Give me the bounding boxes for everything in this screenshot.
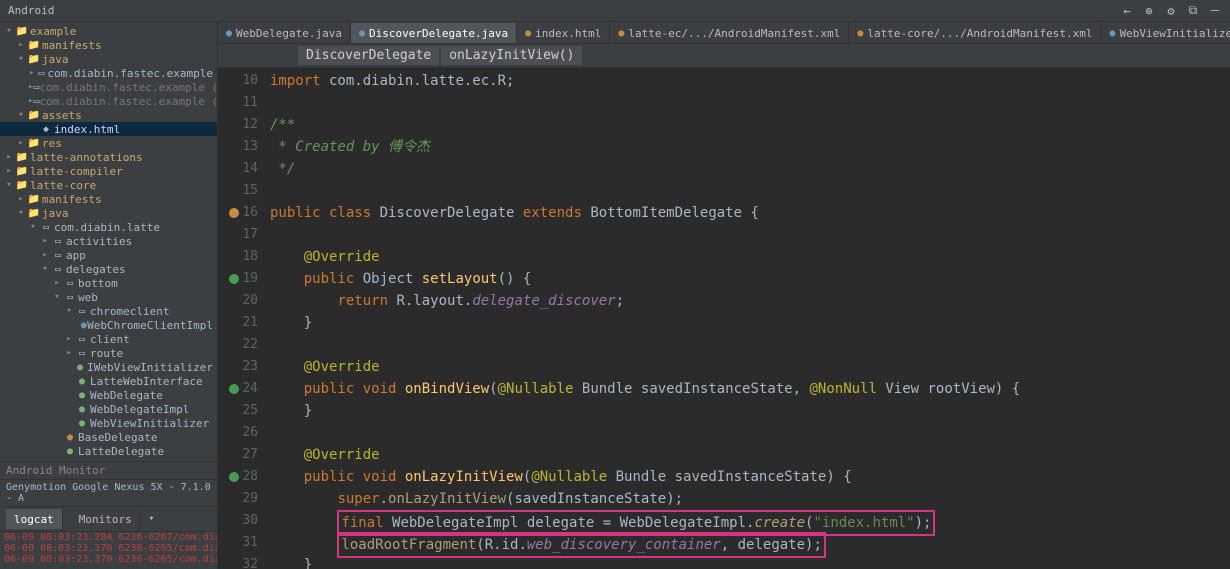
tree-item[interactable]: ▾📁latte-core — [0, 178, 217, 192]
tree-item[interactable]: ▸▭com.diabin.fastec.example (test) — [0, 94, 217, 108]
tree-item[interactable]: ▸▭activities — [0, 234, 217, 248]
gutter-mark-icon — [229, 208, 239, 218]
file-icon: ● — [226, 28, 232, 39]
tree-item[interactable]: ▾▭chromeclient — [0, 304, 217, 318]
tree-item[interactable]: ●WebViewInitializer — [0, 416, 217, 430]
tree-item[interactable]: ▸▭com.diabin.fastec.example (androidTest… — [0, 80, 217, 94]
tree-item[interactable]: ◆index.html — [0, 122, 217, 136]
gear-icon[interactable]: ⚙ — [1164, 4, 1178, 18]
file-icon: ● — [1110, 28, 1116, 39]
tree-item[interactable]: ●WebDelegateImpl — [0, 402, 217, 416]
code-editor[interactable]: 1011121314151617181920212223242526272829… — [218, 68, 1230, 569]
tool-header-icons: ← ⊕ ⚙ ⧉ － — [1120, 4, 1222, 18]
editor-tabs: ●WebDelegate.java●DiscoverDelegate.java●… — [218, 22, 1230, 44]
log-line: 06-09 08:03:23.284 6236-6267/com.dia — [4, 532, 213, 543]
tree-item[interactable]: ▸📁res — [0, 136, 217, 150]
editor-tab[interactable]: ●WebDelegate.java — [218, 23, 351, 43]
tree-item[interactable]: ▸▭bottom — [0, 276, 217, 290]
tree-item[interactable]: ▾▭delegates — [0, 262, 217, 276]
tree-item[interactable]: ▾▭com.diabin.latte — [0, 220, 217, 234]
file-icon: ● — [618, 28, 624, 39]
log-line: 06-09 08:03:23.370 6236-6265/com.dia — [4, 543, 213, 554]
breadcrumb-class[interactable]: DiscoverDelegate — [298, 46, 439, 65]
tree-item[interactable]: ▸📁manifests — [0, 38, 217, 52]
tree-item[interactable]: ▾📁java — [0, 52, 217, 66]
monitors-tab[interactable]: Monitors — [71, 509, 141, 529]
log-line: 06-09 08:03:23.370 6236-6265/com.dia — [4, 554, 213, 565]
project-tree[interactable]: ▾📁example▸📁manifests▾📁java▸▭com.diabin.f… — [0, 22, 217, 461]
code-body[interactable]: import com.diabin.latte.ec.R;/** * Creat… — [264, 68, 1230, 569]
breadcrumb-method[interactable]: onLazyInitView() — [441, 46, 582, 65]
tree-item[interactable]: ▸▭route — [0, 346, 217, 360]
gutter: 1011121314151617181920212223242526272829… — [218, 68, 264, 569]
tree-item[interactable]: ▾📁example — [0, 24, 217, 38]
device-selector[interactable]: Genymotion Google Nexus 5X - 7.1.0 - A — [6, 482, 211, 504]
logcat-tab[interactable]: logcat — [6, 509, 63, 529]
project-sidebar: ▾📁example▸📁manifests▾📁java▸▭com.diabin.f… — [0, 22, 218, 569]
tree-item[interactable]: ●LatteWebInterface — [0, 374, 217, 388]
tree-item[interactable]: ▸📁latte-compiler — [0, 164, 217, 178]
monitor-dropdown-icon[interactable]: ▾ — [149, 514, 154, 524]
tree-item[interactable]: ▸📁latte-annotations — [0, 150, 217, 164]
tree-item[interactable]: ▸▭app — [0, 248, 217, 262]
gutter-mark-icon — [229, 384, 239, 394]
tree-item[interactable]: ▾▭web — [0, 290, 217, 304]
gutter-mark-icon — [229, 274, 239, 284]
tree-item[interactable]: ▾📁java — [0, 206, 217, 220]
breadcrumb: DiscoverDelegate onLazyInitView() — [218, 44, 1230, 68]
logcat-output[interactable]: 06-09 08:03:23.284 6236-6267/com.dia06-0… — [0, 532, 217, 565]
android-monitor-label[interactable]: Android Monitor — [0, 461, 217, 479]
editor-tab[interactable]: ●DiscoverDelegate.java — [351, 23, 517, 43]
tree-item[interactable]: ▸▭client — [0, 332, 217, 346]
back-icon[interactable]: ← — [1120, 4, 1134, 18]
tree-item[interactable]: ●WebDelegate — [0, 388, 217, 402]
tree-item[interactable]: ▾📁assets — [0, 108, 217, 122]
tree-item[interactable]: ●LatteDelegate — [0, 444, 217, 458]
editor-tab[interactable]: ●latte-ec/.../AndroidManifest.xml — [610, 23, 849, 43]
project-tool-header: Android ← ⊕ ⚙ ⧉ － — [0, 0, 1230, 22]
android-monitor: Genymotion Google Nexus 5X - 7.1.0 - A l… — [0, 479, 217, 569]
tree-item[interactable]: ▸📁manifests — [0, 192, 217, 206]
target-icon[interactable]: ⊕ — [1142, 4, 1156, 18]
collapse-icon[interactable]: ⧉ — [1186, 4, 1200, 18]
gutter-mark-icon — [229, 472, 239, 482]
file-icon: ● — [857, 28, 863, 39]
editor-tab[interactable]: ●index.html — [517, 23, 610, 43]
file-icon: ● — [359, 28, 365, 39]
tree-item[interactable]: ●BaseDelegate — [0, 430, 217, 444]
project-label: Android — [8, 4, 54, 17]
editor-tab[interactable]: ●WebViewInitializer.java — [1102, 23, 1230, 43]
file-icon: ● — [525, 28, 531, 39]
hide-icon[interactable]: － — [1208, 4, 1222, 18]
editor-tab[interactable]: ●latte-core/.../AndroidManifest.xml — [849, 23, 1101, 43]
tree-item[interactable]: ●WebChromeClientImpl — [0, 318, 217, 332]
tree-item[interactable]: ▸▭com.diabin.fastec.example — [0, 66, 217, 80]
tree-item[interactable]: ●IWebViewInitializer — [0, 360, 217, 374]
editor-area: ●WebDelegate.java●DiscoverDelegate.java●… — [218, 22, 1230, 569]
